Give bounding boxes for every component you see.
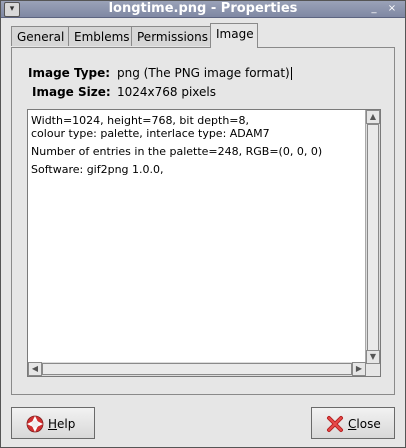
details-line-software: Software: gif2png 1.0.0,: [31, 163, 164, 176]
image-details-text[interactable]: Width=1024, height=768, bit depth=8, col…: [28, 110, 366, 364]
tab-general[interactable]: General: [11, 26, 69, 46]
scroll-up-icon[interactable]: ▲: [366, 110, 380, 124]
tab-emblems[interactable]: Emblems: [68, 26, 132, 46]
horizontal-scrollbar[interactable]: ◀ ▶: [28, 362, 366, 376]
details-line-palette: Number of entries in the palette=248, RG…: [31, 145, 323, 158]
vertical-scroll-thumb[interactable]: [367, 124, 379, 352]
image-size-label: Image Size:: [32, 85, 111, 99]
help-button[interactable]: Help: [11, 407, 95, 439]
minimize-icon[interactable]: _: [369, 3, 379, 14]
title-bar[interactable]: ▾ longtime.png - Properties _ ×: [1, 1, 405, 18]
vertical-scrollbar[interactable]: ▲ ▼: [366, 110, 380, 364]
close-window-icon[interactable]: ×: [387, 3, 397, 14]
scroll-right-icon[interactable]: ▶: [352, 362, 366, 376]
tab-permissions[interactable]: Permissions: [131, 26, 211, 46]
lifebuoy-icon: [26, 415, 44, 433]
help-label: Help: [48, 417, 76, 431]
scroll-left-icon[interactable]: ◀: [28, 362, 42, 376]
image-type-value[interactable]: png (The PNG image format): [117, 66, 292, 80]
details-line-dimensions: Width=1024, height=768, bit depth=8, col…: [31, 114, 270, 140]
window-title: longtime.png - Properties: [108, 1, 298, 16]
close-label: Close: [348, 417, 381, 431]
horizontal-scroll-thumb[interactable]: [42, 363, 352, 375]
image-size-value: 1024x768 pixels: [117, 85, 217, 99]
tab-image[interactable]: Image: [210, 23, 258, 48]
close-x-icon: [327, 416, 343, 432]
scroll-down-icon[interactable]: ▼: [366, 350, 380, 364]
image-type-label: Image Type:: [28, 66, 111, 80]
close-button[interactable]: Close: [311, 407, 395, 439]
text-caret: [290, 67, 292, 80]
image-details-view: Width=1024, height=768, bit depth=8, col…: [27, 109, 381, 377]
properties-window: ▾ longtime.png - Properties _ × General …: [0, 0, 406, 448]
